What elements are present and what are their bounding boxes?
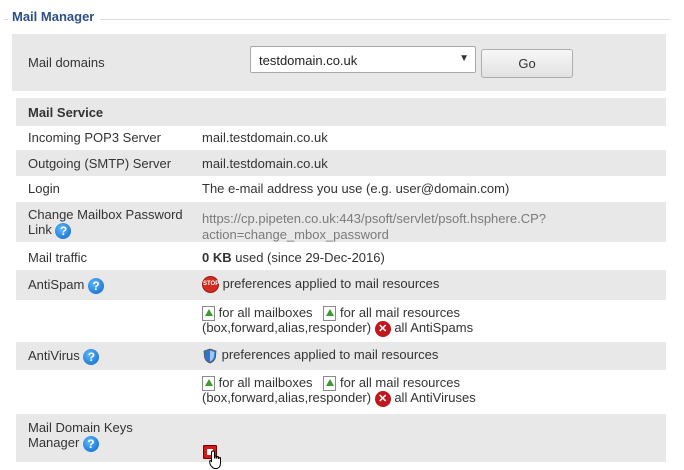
mail-traffic-value: 0 KB used (since 29-Dec-2016) [202,250,385,265]
dkim-label-line2-group: Manager ? [28,435,99,452]
section-divider [4,19,670,20]
outgoing-server-row: Outgoing (SMTP) Server mail.testdomain.c… [16,150,666,176]
section-title: Mail Manager [8,9,101,24]
mail-traffic-amount: 0 KB [202,250,232,265]
help-icon[interactable]: ? [82,435,99,452]
help-icon[interactable]: ? [83,348,100,365]
stop-icon[interactable]: STOP [202,276,219,294]
green-up-arrow-icon[interactable] [202,306,215,322]
change-password-label-link: Link ? [28,222,72,239]
help-icon[interactable]: ? [55,222,72,239]
antispam-actions-row: for all mailboxes for all mail resources… [16,300,666,342]
green-up-arrow-icon[interactable] [323,306,337,322]
outgoing-server-value: mail.testdomain.co.uk [202,156,328,171]
antispam-row: AntiSpam ? STOP preferences applied to m… [16,270,666,300]
antivirus-row: AntiVirus ? preferences applied to mail … [16,342,666,370]
mail-traffic-label: Mail traffic [28,250,87,265]
antivirus-for-mailboxes: for all mailboxes [218,375,313,390]
dkim-label-line1: Mail Domain Keys [28,420,133,435]
incoming-server-row: Incoming POP3 Server mail.testdomain.co.… [16,126,666,150]
antivirus-resource-types: (box,forward,alias,responder) [202,390,372,405]
change-password-label: Change Mailbox Password [28,207,183,222]
antispam-for-mailboxes: for all mailboxes [218,305,313,320]
red-x-icon[interactable]: ✕ [374,390,391,407]
antispam-label-group: AntiSpam ? [28,277,104,294]
red-x-icon[interactable]: ✕ [374,320,391,337]
green-up-arrow-icon[interactable] [323,376,337,392]
login-label: Login [28,181,60,196]
dkim-label-line2: Manager [28,435,80,450]
section-header: Mail Manager [0,0,684,30]
mail-traffic-row: Mail traffic 0 KB used (since 29-Dec-201… [16,242,666,270]
selected-domain: testdomain.co.uk [259,53,358,68]
outgoing-server-label: Outgoing (SMTP) Server [28,156,172,171]
hand-cursor-icon [209,450,221,469]
antispam-preferences-text: preferences applied to mail resources [222,276,440,291]
incoming-server-label: Incoming POP3 Server [28,130,161,145]
help-icon[interactable]: ? [88,277,104,294]
antispam-preferences: STOP preferences applied to mail resourc… [202,276,440,294]
change-password-url-line1[interactable]: https://cp.pipeten.co.uk:443/psoft/servl… [202,211,546,226]
antivirus-preferences-text: preferences applied to mail resources [221,347,439,362]
antispam-actions: for all mailboxes for all mail resources [202,305,460,322]
shield-icon[interactable] [202,348,218,364]
login-row: Login The e-mail address you use (e.g. u… [16,176,666,202]
mail-service-heading: Mail Service [28,105,104,120]
change-password-url-line2[interactable]: action=change_mbox_password [202,227,389,242]
antispam-actions-line2: (box,forward,alias,responder) ✕ all Anti… [202,320,473,337]
dropdown-arrow-icon: ▼ [459,53,469,64]
domain-selector-panel: Mail domains testdomain.co.uk ▼ Go [12,34,666,91]
mail-domains-label: Mail domains [28,55,105,70]
green-up-arrow-icon[interactable] [202,376,215,392]
antispam-resource-types: (box,forward,alias,responder) [202,320,372,335]
antivirus-actions: for all mailboxes for all mail resources [202,375,460,392]
antivirus-actions-row: for all mailboxes for all mail resources… [16,370,666,414]
login-value: The e-mail address you use (e.g. user@do… [202,181,510,196]
go-button[interactable]: Go [481,49,573,78]
change-password-row: Change Mailbox Password Link ? https://c… [16,202,666,242]
incoming-server-value: mail.testdomain.co.uk [202,130,328,145]
mail-domain-select[interactable]: testdomain.co.uk ▼ [250,46,476,73]
antivirus-for-resources: for all mail resources [340,375,460,390]
antivirus-preferences: preferences applied to mail resources [202,347,438,364]
antivirus-label-group: AntiVirus ? [28,348,100,365]
mail-traffic-since: used (since 29-Dec-2016) [231,250,385,265]
antispam-for-resources: for all mail resources [340,305,460,320]
antispam-label: AntiSpam [28,277,85,292]
change-password-label-line2: Link [28,222,52,237]
antivirus-label: AntiVirus [28,348,80,363]
antivirus-actions-line2: (box,forward,alias,responder) ✕ all Anti… [202,390,476,407]
dkim-row: Mail Domain Keys Manager ? [16,414,666,469]
mail-service-header-row: Mail Service [16,98,666,126]
antispam-remove-all: all AntiSpams [394,320,474,335]
antivirus-remove-all: all AntiViruses [394,390,476,405]
